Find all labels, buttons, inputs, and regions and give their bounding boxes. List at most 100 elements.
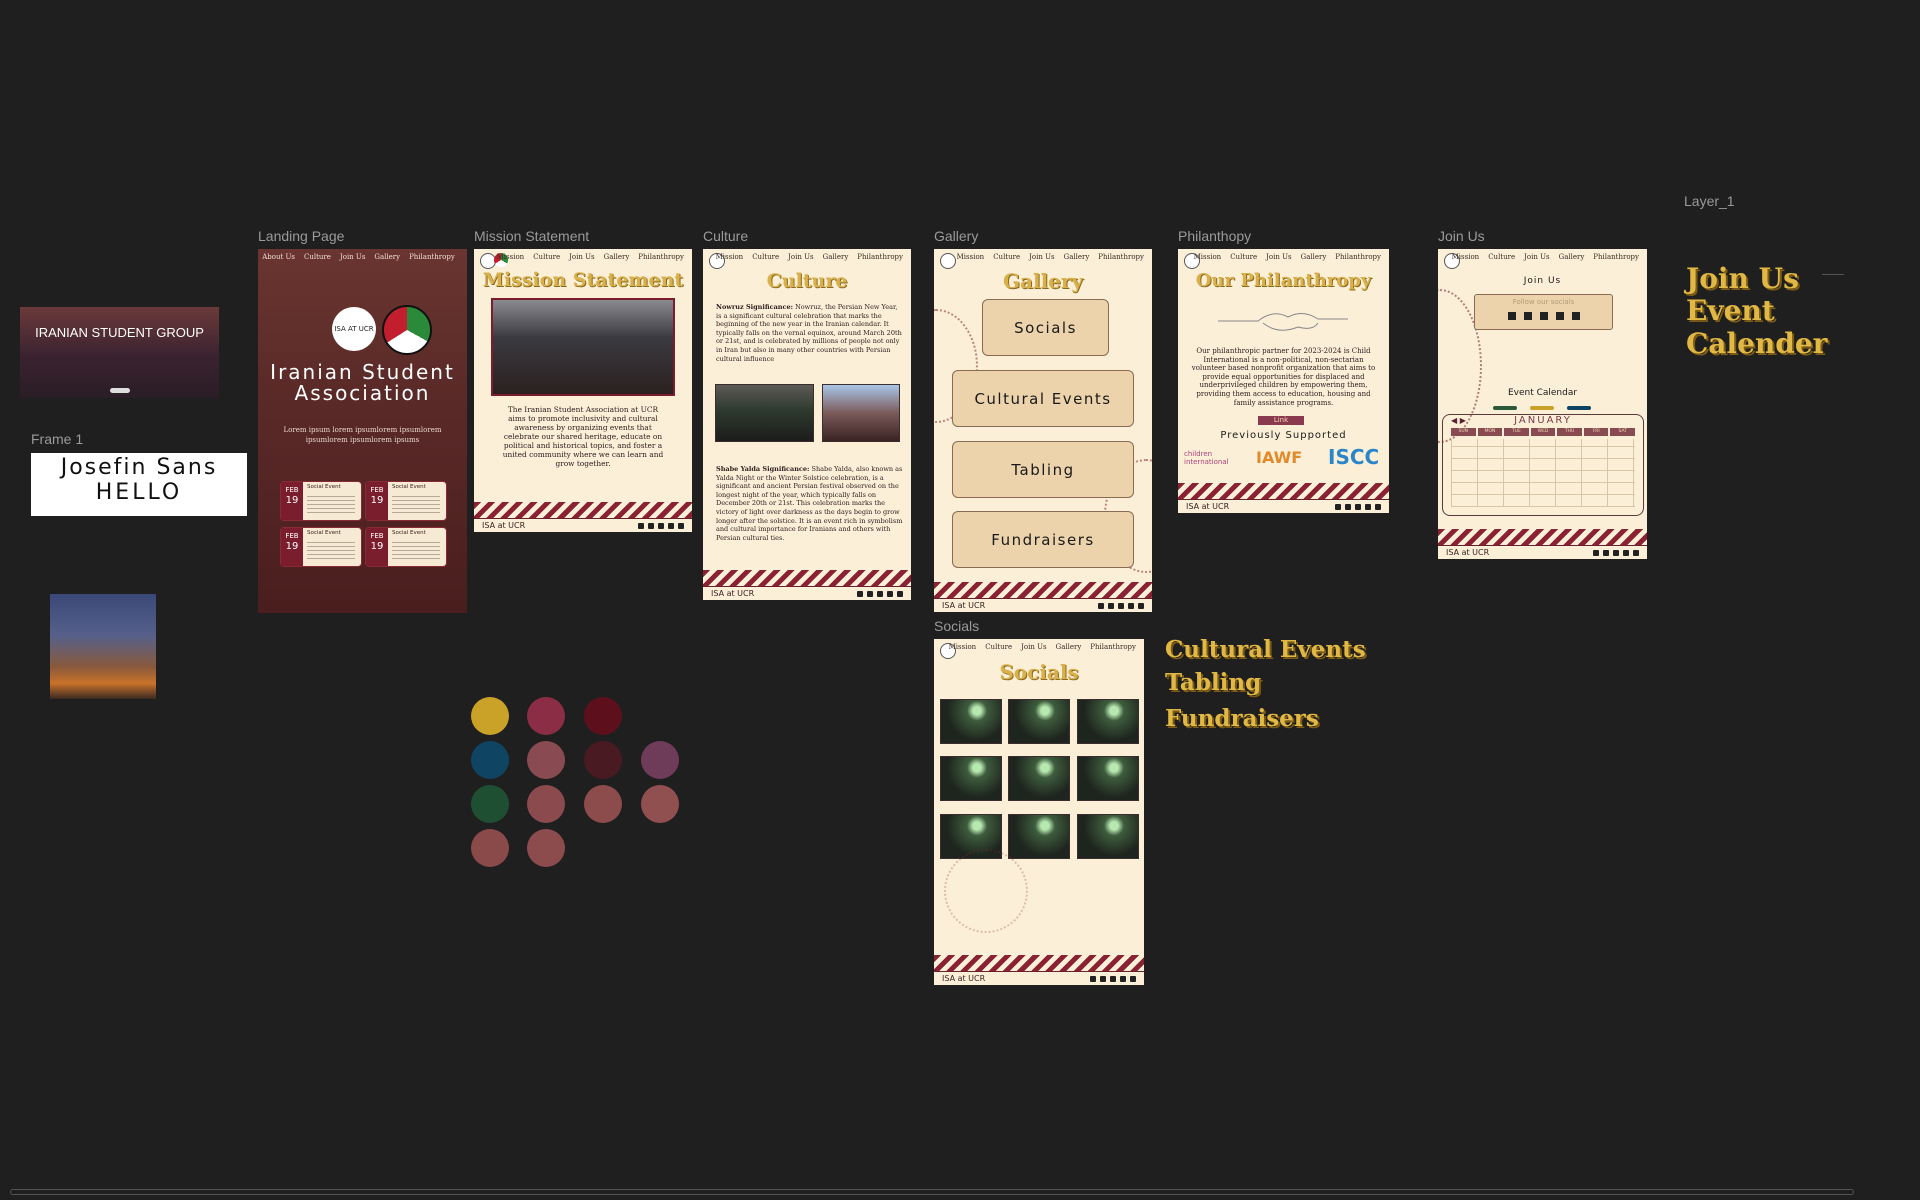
event-card[interactable]: FEB 19 Social Event <box>280 527 362 567</box>
color-swatch[interactable] <box>471 697 509 735</box>
yalda-text: Shabe Yalda, also known as Yalda Night o… <box>716 465 903 542</box>
color-swatch[interactable] <box>584 785 622 823</box>
calendar-tag-gold[interactable] <box>1530 406 1554 410</box>
calendar-grid[interactable] <box>1451 439 1635 507</box>
event-day: 19 <box>285 541 299 552</box>
social-event-photo[interactable] <box>1077 699 1139 744</box>
gallery-tabling-button[interactable]: Tabling <box>952 441 1134 498</box>
nav-culture[interactable]: Culture <box>985 643 1012 651</box>
divider <box>1822 274 1844 275</box>
org-children-international: children international <box>1184 450 1229 466</box>
horizontal-scrollbar[interactable] <box>10 1189 1854 1195</box>
event-card[interactable]: FEB 19 Social Event <box>365 527 447 567</box>
nav-philanthropy[interactable]: Philanthropy <box>1090 643 1136 651</box>
iranian-student-group-thumbnail[interactable]: IRANIAN STUDENT GROUP <box>20 307 219 398</box>
culture-frame[interactable]: Mission Culture Join Us Gallery Philanth… <box>703 249 911 600</box>
philanthropy-nav: Mission Culture Join Us Gallery Philanth… <box>1178 253 1389 261</box>
nav-gallery[interactable]: Gallery <box>1559 253 1585 261</box>
nav-gallery[interactable]: Gallery <box>1064 253 1090 261</box>
nav-joinus[interactable]: Join Us <box>1029 253 1054 261</box>
nav-culture[interactable]: Culture <box>1230 253 1257 261</box>
nav-gallery[interactable]: Gallery <box>823 253 849 261</box>
nav-mission[interactable]: Mission <box>949 643 977 651</box>
nav-philanthropy[interactable]: Philanthropy <box>1335 253 1381 261</box>
side-text-fundraisers[interactable]: Fundraisers <box>1165 705 1319 732</box>
nav-joinus[interactable]: Join Us <box>569 253 594 261</box>
social-event-photo[interactable] <box>940 756 1002 801</box>
nav-gallery[interactable]: Gallery <box>1056 643 1082 651</box>
culture-photo-2 <box>822 384 900 442</box>
color-swatch[interactable] <box>527 785 565 823</box>
social-event-photo[interactable] <box>1008 814 1070 859</box>
nav-mission[interactable]: Mission <box>1452 253 1480 261</box>
nav-philanthropy[interactable]: Philanthropy <box>857 253 903 261</box>
color-swatch[interactable] <box>527 829 565 867</box>
color-swatch[interactable] <box>471 741 509 779</box>
nav-mission[interactable]: Mission <box>957 253 985 261</box>
joinus-frame[interactable]: Mission Culture Join Us Gallery Philanth… <box>1438 249 1647 559</box>
nav-philanthropy[interactable]: Philanthropy <box>409 253 455 261</box>
color-swatch[interactable] <box>584 741 622 779</box>
nav-joinus[interactable]: Join Us <box>1021 643 1046 651</box>
nav-philanthropy[interactable]: Philanthropy <box>638 253 684 261</box>
color-swatch[interactable] <box>641 741 679 779</box>
side-text-tabling[interactable]: Tabling <box>1165 669 1261 696</box>
social-event-photo[interactable] <box>940 699 1002 744</box>
calendar-tag-blue[interactable] <box>1567 406 1591 410</box>
nav-mission[interactable]: Mission <box>1194 253 1222 261</box>
nav-joinus[interactable]: Join Us <box>1524 253 1549 261</box>
philanthropy-link-button[interactable]: Link <box>1258 416 1304 425</box>
color-swatch[interactable] <box>471 785 509 823</box>
event-label: Social Event <box>392 484 426 490</box>
color-swatch[interactable] <box>584 697 622 735</box>
nav-culture[interactable]: Culture <box>533 253 560 261</box>
nav-gallery[interactable]: Gallery <box>604 253 630 261</box>
nav-gallery[interactable]: Gallery <box>374 253 400 261</box>
campus-night-photo[interactable] <box>50 594 156 699</box>
nav-mission[interactable]: Mission <box>716 253 744 261</box>
color-swatch[interactable] <box>527 741 565 779</box>
social-icons[interactable] <box>638 522 684 529</box>
event-card[interactable]: FEB 19 Social Event <box>365 481 447 521</box>
nav-philanthropy[interactable]: Philanthropy <box>1593 253 1639 261</box>
color-swatch[interactable] <box>527 697 565 735</box>
event-card[interactable]: FEB 19 Social Event <box>280 481 362 521</box>
nav-joinus[interactable]: Join Us <box>788 253 813 261</box>
nav-about[interactable]: About Us <box>262 253 295 261</box>
social-icons[interactable] <box>857 590 903 597</box>
gallery-fundraisers-button[interactable]: Fundraisers <box>952 511 1134 568</box>
social-event-photo[interactable] <box>1077 814 1139 859</box>
nav-philanthropy[interactable]: Philanthropy <box>1098 253 1144 261</box>
nav-culture[interactable]: Culture <box>304 253 331 261</box>
social-icons[interactable] <box>1098 602 1144 609</box>
social-icons[interactable] <box>1593 549 1639 556</box>
frame1-font-sample[interactable]: Josefin Sans HELLO <box>31 453 247 516</box>
nav-mission[interactable]: Mission <box>497 253 525 261</box>
gallery-cultural-events-button[interactable]: Cultural Events <box>952 370 1134 427</box>
social-event-photo[interactable] <box>1077 756 1139 801</box>
nav-culture[interactable]: Culture <box>993 253 1020 261</box>
nav-gallery[interactable]: Gallery <box>1301 253 1327 261</box>
follow-social-icons[interactable] <box>1475 312 1612 320</box>
color-swatch[interactable] <box>641 785 679 823</box>
nav-culture[interactable]: Culture <box>1488 253 1515 261</box>
social-event-photo[interactable] <box>1008 756 1070 801</box>
landing-page-frame[interactable]: About Us Culture Join Us Gallery Philant… <box>258 249 467 613</box>
nav-culture[interactable]: Culture <box>752 253 779 261</box>
social-event-photo[interactable] <box>1008 699 1070 744</box>
philanthropy-frame[interactable]: Mission Culture Join Us Gallery Philanth… <box>1178 249 1389 513</box>
side-text-cultural-events[interactable]: Cultural Events <box>1165 636 1366 663</box>
mission-frame[interactable]: Mission Culture Join Us Gallery Philanth… <box>474 249 692 532</box>
nav-joinus[interactable]: Join Us <box>1266 253 1291 261</box>
gallery-frame[interactable]: Mission Culture Join Us Gallery Philanth… <box>934 249 1152 612</box>
color-swatch[interactable] <box>471 829 509 867</box>
calendar-tag-green[interactable] <box>1493 406 1517 410</box>
side-text-join-us[interactable]: Join Us <box>1686 262 1799 295</box>
gallery-socials-button[interactable]: Socials <box>982 299 1109 356</box>
social-icons[interactable] <box>1090 975 1136 982</box>
social-icons[interactable] <box>1335 503 1381 510</box>
side-text-event-calendar[interactable]: Event Calender <box>1686 294 1920 360</box>
socials-frame[interactable]: Mission Culture Join Us Gallery Philanth… <box>934 639 1144 985</box>
nav-joinus[interactable]: Join Us <box>340 253 365 261</box>
footer-text: ISA at UCR <box>1186 502 1230 511</box>
